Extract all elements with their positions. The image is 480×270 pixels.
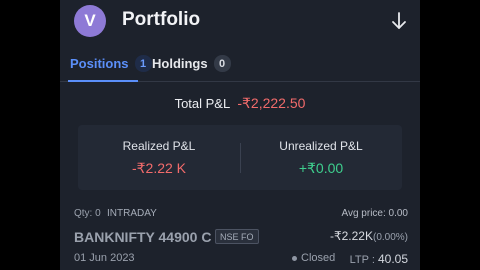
unrealized-pnl: Unrealized P&L +₹0.00 <box>240 139 402 177</box>
header: V Portfolio <box>60 0 420 42</box>
page-title: Portfolio <box>122 9 201 30</box>
position-status-label: Closed <box>301 252 336 264</box>
ltp-value: 40.05 <box>377 252 408 266</box>
pnl-summary-card: Realized P&L -₹2.22 K Unrealized P&L +₹0… <box>78 125 402 190</box>
position-symbol: BANKNIFTY 44900 C <box>74 229 212 245</box>
tab-positions-count-badge: 1 <box>134 55 152 72</box>
status-dot-icon <box>292 255 297 261</box>
exchange-badge: NSE FO <box>215 229 259 244</box>
position-status: Closed <box>292 252 335 264</box>
unrealized-pnl-label: Unrealized P&L <box>279 139 363 153</box>
unrealized-pnl-value: +₹0.00 <box>298 160 344 176</box>
tab-holdings-count-badge: 0 <box>213 55 231 72</box>
position-pnl: -₹2.22K(0.00%) <box>330 229 408 243</box>
tab-positions-label: Positions <box>70 56 129 71</box>
position-avg-price: Avg price: 0.00 <box>341 208 408 219</box>
position-pnl-value: -₹2.22K <box>329 229 373 243</box>
position-row[interactable]: BANKNIFTY 44900 C NSE FO -₹2.22K(0.00%) <box>74 229 408 245</box>
download-arrow-glyph <box>392 12 406 29</box>
realized-pnl-value: -₹2.22 K <box>131 160 187 176</box>
position-pnl-percent: (0.00%) <box>372 232 408 243</box>
total-pnl-value: -₹2,222.50 <box>237 95 306 111</box>
download-arrow-icon[interactable] <box>388 9 410 33</box>
position-qty: Qty: 0 <box>74 208 101 219</box>
tab-holdings[interactable]: Holdings 0 <box>152 55 231 72</box>
total-pnl-label: Total P&L <box>174 96 230 111</box>
position-date: 01 Jun 2023 <box>74 252 135 264</box>
tab-holdings-label: Holdings <box>152 56 208 71</box>
tab-bar: Positions 1 Holdings 0 <box>60 44 420 82</box>
realized-pnl: Realized P&L -₹2.22 K <box>78 139 240 177</box>
position-product-type: INTRADAY <box>107 208 157 219</box>
avatar[interactable]: V <box>74 5 106 37</box>
position-ltp: LTP : 40.05 <box>350 252 408 266</box>
portfolio-screen: V Portfolio Positions 1 Holdings 0 Total… <box>60 0 420 270</box>
ltp-label: LTP : <box>349 254 375 266</box>
realized-pnl-label: Realized P&L <box>122 139 196 153</box>
total-pnl: Total P&L -₹2,222.50 <box>60 95 420 112</box>
tab-positions[interactable]: Positions 1 <box>70 55 152 72</box>
active-tab-indicator <box>68 80 138 82</box>
